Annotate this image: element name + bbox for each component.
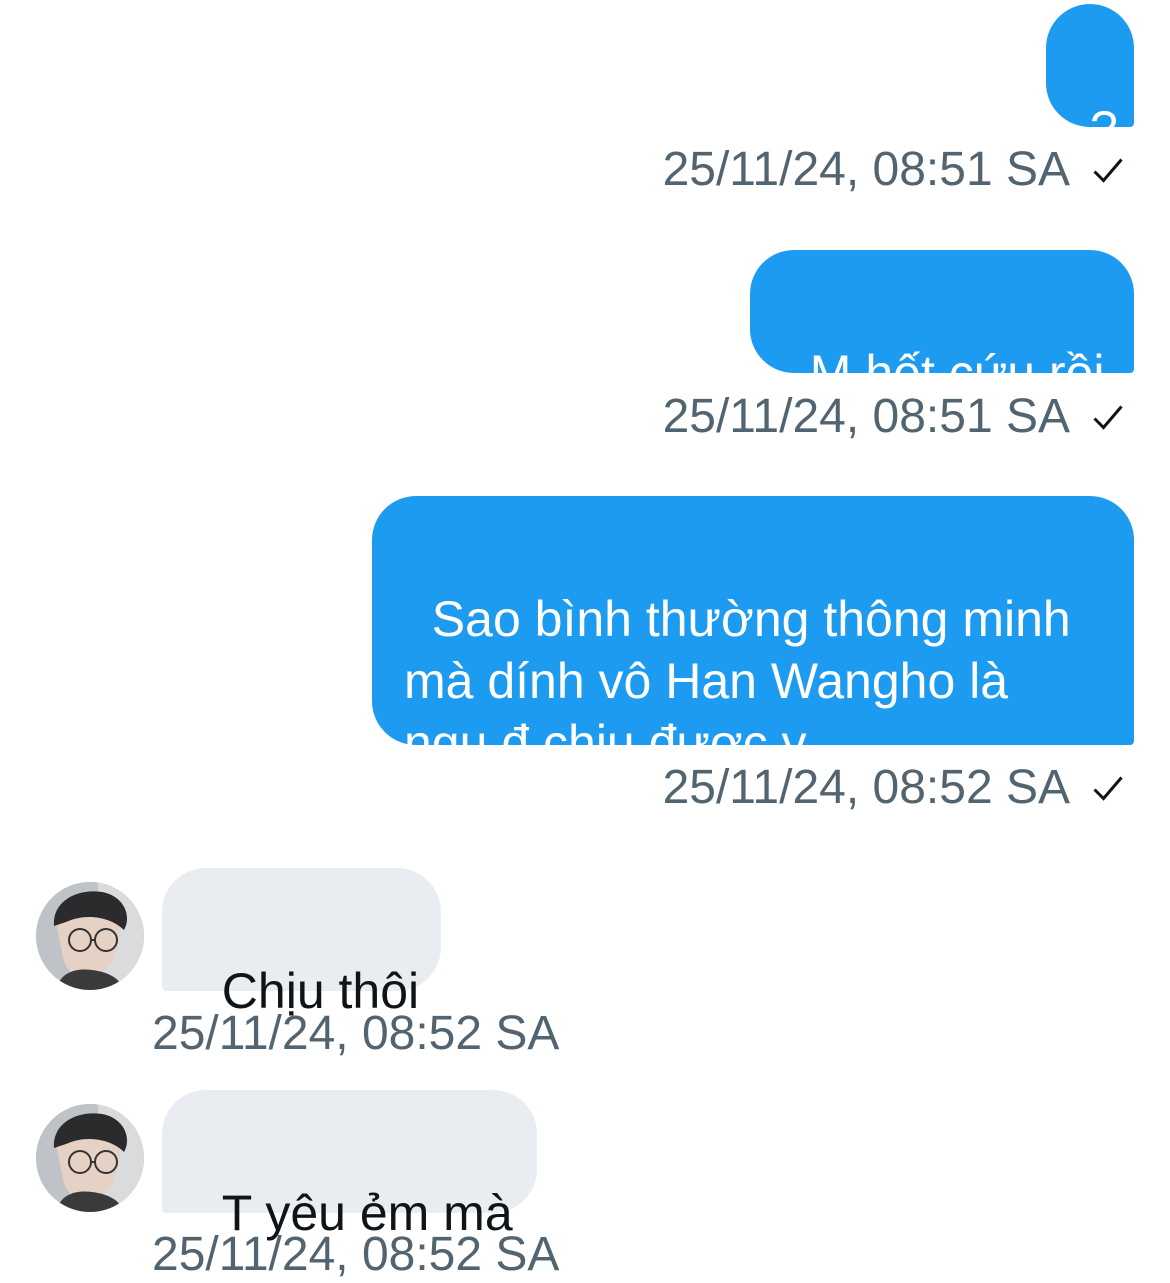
message-text: Sao bình thường thông minh mà dính vô Ha…: [404, 591, 1071, 771]
message-timestamp: 25/11/24, 08:52 SA: [152, 1007, 560, 1060]
outgoing-message-bubble[interactable]: M hết cứu rồi: [750, 250, 1134, 401]
message-meta: 25/11/24, 08:52 SA: [663, 760, 1126, 816]
message-meta: 25/11/24, 08:51 SA: [663, 142, 1126, 198]
contact-avatar[interactable]: [36, 1104, 144, 1212]
avatar-photo: [36, 882, 144, 990]
message-timestamp: 25/11/24, 08:51 SA: [662, 143, 1070, 196]
sent-check-icon: [1093, 158, 1123, 183]
outgoing-message-bubble[interactable]: Sao bình thường thông minh mà dính vô Ha…: [372, 496, 1134, 771]
contact-avatar[interactable]: [36, 882, 144, 990]
sent-check-icon: [1093, 405, 1123, 430]
incoming-message-bubble[interactable]: Chịu thôi: [162, 868, 441, 1019]
message-timestamp: 25/11/24, 08:52 SA: [662, 761, 1070, 814]
message-timestamp: 25/11/24, 08:52 SA: [152, 1228, 560, 1281]
incoming-message-bubble[interactable]: T yêu ẻm mà: [162, 1090, 537, 1241]
avatar-photo: [36, 1104, 144, 1212]
outgoing-message-bubble[interactable]: ?: [1046, 4, 1134, 157]
message-timestamp: 25/11/24, 08:51 SA: [662, 390, 1070, 443]
sent-check-icon: [1093, 776, 1123, 801]
message-meta: 25/11/24, 08:51 SA: [663, 389, 1126, 445]
